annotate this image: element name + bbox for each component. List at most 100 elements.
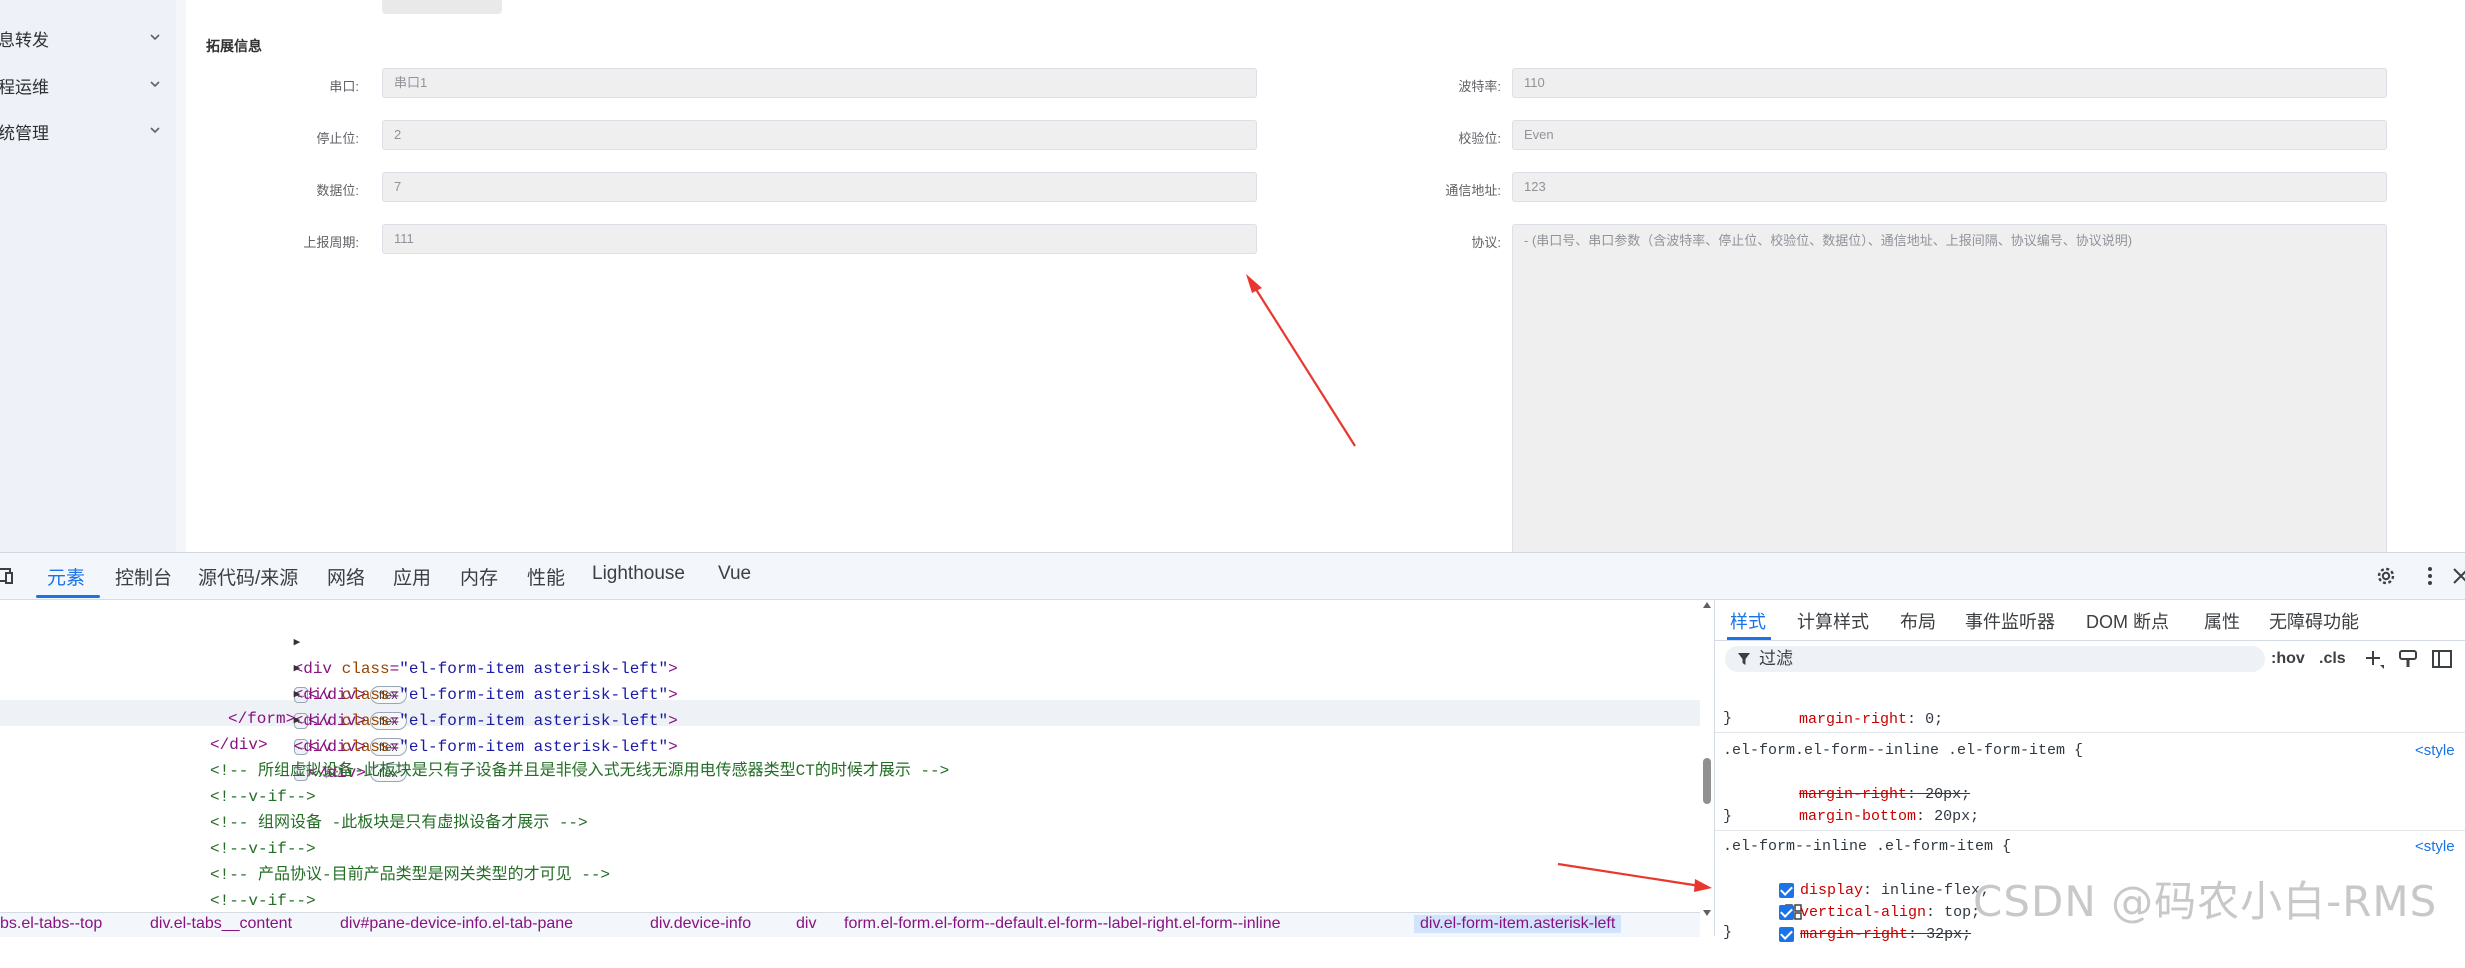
app-viewport: 息转发 程运维 统管理 拓展信息 串口: 串口1 停止位: 2 数据位: 7 上… (0, 0, 2465, 560)
css-declaration[interactable]: vertical-align: top; (1725, 880, 1980, 921)
hov-toggle[interactable]: :hov (2271, 650, 2305, 668)
scrollbar-thumb[interactable] (1703, 758, 1711, 804)
tab-vue[interactable]: Vue (718, 563, 751, 585)
tab-application[interactable]: 应用 (393, 563, 431, 590)
css-value: 20px; (1934, 808, 1980, 825)
baud-rate-field[interactable]: 110 (1512, 68, 2387, 98)
filter-input[interactable]: 过滤 (1725, 646, 2265, 672)
dom-comment-row[interactable]: <!-- 产品协议-目前产品类型是网关类型的才可见 --> (210, 862, 610, 888)
active-tab-indicator (36, 595, 100, 598)
css-declaration[interactable]: margin-right: 0; (1745, 687, 1943, 728)
checkbox-margin-right[interactable] (1779, 926, 1795, 942)
cls-toggle[interactable]: .cls (2319, 650, 2346, 668)
paint-brush-icon[interactable] (2397, 648, 2419, 670)
tab-performance[interactable]: 性能 (527, 563, 565, 590)
dom-comment-row[interactable]: <!-- 所组虚拟设备-此板块是只有子设备并且是非侵入式无线无源用电传感器类型C… (210, 758, 949, 784)
sidebar-item-message-forward[interactable]: 息转发 (0, 16, 176, 60)
css-selector[interactable]: .el-form--inline .el-form-item { (1723, 836, 2011, 858)
serial-port-label: 串口: (329, 79, 359, 94)
baud-rate-label: 波特率: (1458, 79, 1501, 94)
breadcrumb-item[interactable]: form.el-form.el-form--default.el-form--l… (844, 915, 1281, 933)
tab-accessibility[interactable]: 无障碍功能 (2269, 608, 2359, 634)
tag-open: <div (293, 712, 342, 730)
dom-node-row[interactable]: ▶ <div class="el-form-item asterisk-left… (236, 680, 678, 782)
rule-divider (1715, 830, 2465, 831)
sidebar-item-label: 息转发 (0, 30, 49, 50)
more-vertical-icon[interactable] (2418, 564, 2442, 588)
tab-styles[interactable]: 样式 (1730, 608, 1766, 634)
chevron-down-icon (150, 127, 160, 134)
data-bit-label: 数据位: (316, 183, 359, 198)
tab-event-listeners[interactable]: 事件监听器 (1965, 608, 2055, 634)
gear-icon[interactable] (2374, 564, 2398, 588)
chevron-down-icon (150, 81, 160, 88)
top-action-button[interactable] (382, 0, 502, 14)
breadcrumb-item[interactable]: div.device-info (650, 915, 751, 933)
stop-bit-label: 停止位: (316, 131, 359, 146)
dom-node-row-selected[interactable]: ▶ <div class="el-form-item asterisk-left… (236, 654, 678, 782)
sidebar-item-remote-ops[interactable]: 程运维 (0, 63, 176, 107)
tab-elements[interactable]: 元素 (47, 563, 85, 590)
breadcrumb-item[interactable]: div (796, 915, 816, 933)
rule-divider (1715, 732, 2465, 733)
stop-bit-field[interactable]: 2 (382, 120, 1257, 150)
filter-icon (1738, 653, 1750, 665)
dom-comment-row[interactable]: <!--v-if--> (210, 888, 316, 914)
dom-node-row[interactable]: ▶ <div class="el-form-item asterisk-left… (236, 602, 678, 704)
add-rule-icon[interactable] (2363, 648, 2385, 670)
comm-address-field[interactable]: 123 (1512, 172, 2387, 202)
tab-memory[interactable]: 内存 (460, 563, 498, 590)
css-declaration[interactable]: margin-right: 32px; (1725, 902, 1971, 943)
sidebar: 息转发 程运维 统管理 (0, 0, 176, 552)
tab-layout[interactable]: 布局 (1900, 608, 1936, 634)
css-declaration[interactable]: display: inline-flex; (1725, 858, 1989, 920)
dom-node-row[interactable]: </div> (210, 732, 268, 758)
breadcrumb: bs.el-tabs--top div.el-tabs__content div… (0, 912, 1700, 937)
dom-node-row[interactable]: ▶ <div class="el-form-item asterisk-left… (236, 628, 678, 730)
scroll-down-icon[interactable] (1703, 910, 1711, 916)
tab-sources[interactable]: 源代码/来源 (198, 563, 298, 590)
section-title: 拓展信息 (206, 38, 262, 54)
data-bit-field[interactable]: 7 (382, 172, 1257, 202)
rule-close: } (1723, 808, 1733, 825)
tab-console[interactable]: 控制台 (115, 563, 172, 590)
serial-port-field[interactable]: 串口1 (382, 68, 1257, 98)
attr-value: "el-form-item asterisk-left" (399, 738, 669, 756)
dom-node-row[interactable]: </form> (228, 706, 295, 732)
breadcrumb-item[interactable]: div.el-tabs__content (150, 915, 292, 933)
report-period-field[interactable]: 111 (382, 224, 1257, 254)
elements-tree: ▶ <div class="el-form-item asterisk-left… (0, 600, 1700, 912)
tab-dom-breakpoints[interactable]: DOM 断点 (2086, 608, 2169, 634)
styles-filter-bar: 过滤 :hov .cls (1715, 640, 2465, 680)
css-declaration[interactable]: margin-bottom: 20px; (1745, 784, 1979, 825)
tag-open: <div (293, 738, 342, 756)
close-icon[interactable] (2449, 564, 2465, 588)
sidebar-item-system-admin[interactable]: 统管理 (0, 109, 176, 153)
rule-source-link[interactable]: <style (2415, 836, 2455, 858)
device-toggle-icon[interactable] (0, 564, 16, 588)
tab-network[interactable]: 网络 (327, 563, 365, 590)
dom-comment-row[interactable]: <!--v-if--> (210, 836, 316, 862)
rule-source-link[interactable]: <style (2415, 740, 2455, 762)
rule-close: } (1723, 924, 1733, 941)
parity-field[interactable]: Even (1512, 120, 2387, 150)
css-prop: margin-bottom (1799, 808, 1917, 825)
styles-tabbar: 样式 计算样式 布局 事件监听器 DOM 断点 属性 无障碍功能 (1715, 600, 2465, 641)
tab-computed[interactable]: 计算样式 (1797, 608, 1869, 634)
toggle-sidebar-icon[interactable] (2431, 648, 2453, 670)
dom-comment-row[interactable]: <!-- 组网设备 -此板块是只有虚拟设备才展示 --> (210, 810, 588, 836)
rule-close: } (1723, 710, 1733, 727)
protocol-textarea[interactable]: - (串口号、串口参数（含波特率、停止位、校验位、数据位）、通信地址、上报间隔、… (1512, 224, 2387, 560)
elements-scrollbar[interactable] (1700, 600, 1714, 936)
breadcrumb-item[interactable]: div#pane-device-info.el-tab-pane (340, 915, 573, 933)
attr-value: "el-form-item asterisk-left" (399, 712, 669, 730)
css-declaration[interactable]: margin-right: 20px; (1745, 762, 1970, 803)
breadcrumb-item-selected[interactable]: div.el-form-item.asterisk-left (1414, 915, 1622, 933)
scroll-up-icon[interactable] (1703, 602, 1711, 608)
tab-properties[interactable]: 属性 (2204, 608, 2240, 634)
filter-placeholder: 过滤 (1759, 649, 1793, 668)
breadcrumb-item[interactable]: bs.el-tabs--top (0, 915, 102, 933)
dom-comment-row[interactable]: <!--v-if--> (210, 784, 316, 810)
css-selector[interactable]: .el-form.el-form--inline .el-form-item { (1723, 740, 2083, 762)
tab-lighthouse[interactable]: Lighthouse (592, 563, 685, 585)
